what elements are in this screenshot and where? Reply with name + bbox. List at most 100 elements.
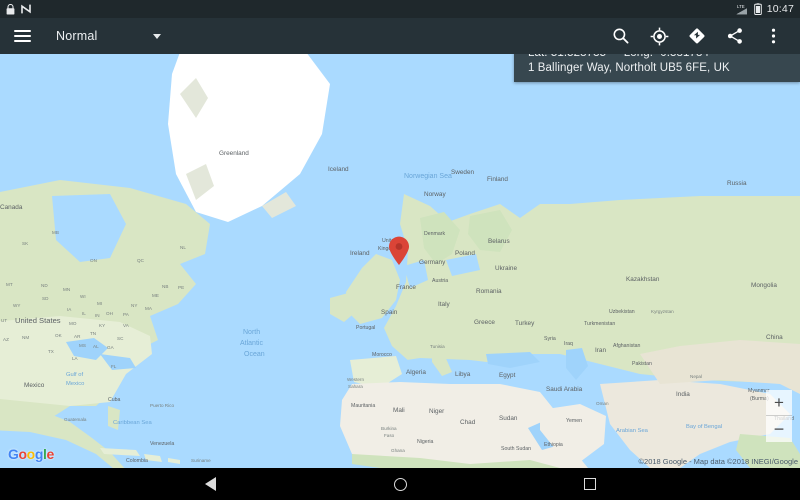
svg-text:Mexico: Mexico <box>24 382 45 389</box>
lte-signal-icon: LTE <box>736 4 747 15</box>
overflow-menu-button[interactable] <box>754 18 792 54</box>
ocean-label: Atlantic <box>240 340 263 347</box>
svg-text:Kazakhstan: Kazakhstan <box>626 276 660 283</box>
svg-text:NY: NY <box>131 303 137 308</box>
svg-text:OK: OK <box>55 333 63 338</box>
svg-text:Mongolia: Mongolia <box>751 282 777 289</box>
svg-text:SC: SC <box>117 336 124 341</box>
svg-text:Ukraine: Ukraine <box>495 265 517 272</box>
search-button[interactable] <box>602 18 640 54</box>
svg-text:Belarus: Belarus <box>488 238 510 245</box>
svg-text:Ethiopia: Ethiopia <box>544 442 563 448</box>
svg-text:MA: MA <box>145 306 153 311</box>
svg-text:United States: United States <box>15 316 61 325</box>
svg-text:Italy: Italy <box>438 301 451 308</box>
svg-text:Portugal: Portugal <box>356 325 375 331</box>
svg-text:Spain: Spain <box>381 309 398 316</box>
svg-text:Iran: Iran <box>595 347 606 354</box>
map-marker[interactable] <box>388 236 410 271</box>
map-type-spinner[interactable]: Normal <box>56 18 162 54</box>
my-location-icon <box>650 27 668 45</box>
share-button[interactable] <box>716 18 754 54</box>
app-toolbar: Normal <box>0 18 800 54</box>
svg-text:Guatemala: Guatemala <box>64 417 87 422</box>
nav-recents-button[interactable] <box>570 468 610 500</box>
svg-text:ON: ON <box>90 258 97 263</box>
ocean-label: Ocean <box>244 351 265 358</box>
ocean-label: Caribbean Sea <box>113 420 152 426</box>
svg-text:Mali: Mali <box>393 407 405 414</box>
hamburger-menu-button[interactable] <box>0 18 44 54</box>
svg-text:Ireland: Ireland <box>350 250 370 257</box>
svg-text:Greece: Greece <box>474 319 495 326</box>
svg-text:MT: MT <box>6 282 13 287</box>
chevron-down-icon <box>153 33 162 39</box>
zoom-in-button[interactable]: + <box>766 390 792 416</box>
my-location-button[interactable] <box>640 18 678 54</box>
svg-text:Sudan: Sudan <box>499 415 518 422</box>
svg-text:India: India <box>676 391 690 398</box>
ocean-label: Mexico <box>66 381 84 387</box>
svg-text:MO: MO <box>69 321 77 326</box>
share-icon <box>727 28 742 44</box>
svg-text:AL: AL <box>93 344 99 349</box>
zoom-out-button[interactable]: − <box>766 416 792 442</box>
nav-home-button[interactable] <box>380 468 420 500</box>
svg-text:WY: WY <box>13 303 20 308</box>
svg-text:Puerto Rico: Puerto Rico <box>150 403 174 408</box>
svg-text:Mauritania: Mauritania <box>351 403 375 409</box>
svg-text:PA: PA <box>123 312 130 317</box>
lte-label: LTE <box>737 4 745 9</box>
zoom-controls: + − <box>766 390 792 442</box>
svg-text:Poland: Poland <box>455 250 475 257</box>
map-canvas[interactable]: Norwegian Sea North Atlantic Ocean Gulf … <box>0 54 800 468</box>
svg-text:Ghana: Ghana <box>391 448 405 453</box>
svg-text:Russia: Russia <box>727 180 747 187</box>
svg-text:Western: Western <box>347 377 364 382</box>
hamburger-menu-icon <box>13 30 31 42</box>
svg-text:Norway: Norway <box>424 191 446 198</box>
svg-text:FL: FL <box>111 364 117 369</box>
svg-text:KY: KY <box>99 323 105 328</box>
battery-icon <box>753 3 762 15</box>
svg-text:Romania: Romania <box>476 288 502 295</box>
back-triangle-icon <box>204 477 216 491</box>
search-icon <box>613 28 629 44</box>
svg-text:AZ: AZ <box>3 337 9 342</box>
svg-text:LA: LA <box>72 356 79 361</box>
svg-text:Sahara: Sahara <box>348 384 363 389</box>
navigation-diamond-icon <box>689 28 705 44</box>
app-root: LTE 10:47 Normal Norwegian Sea North Atl… <box>0 0 800 500</box>
svg-text:Austria: Austria <box>432 278 448 284</box>
ocean-label: Bay of Bengal <box>686 424 722 430</box>
home-circle-icon <box>393 477 407 491</box>
svg-text:Egypt: Egypt <box>499 372 516 379</box>
svg-text:TN: TN <box>90 331 96 336</box>
directions-button[interactable] <box>678 18 716 54</box>
ocean-label: Arabian Sea <box>616 428 649 434</box>
nav-back-button[interactable] <box>190 468 230 500</box>
google-logo: Google <box>8 446 54 462</box>
svg-text:Oman: Oman <box>596 401 609 406</box>
svg-text:Cuba: Cuba <box>108 397 121 403</box>
address-line: 1 Ballinger Way, Northolt UB5 6FE, UK <box>528 62 730 74</box>
svg-text:MI: MI <box>97 301 102 306</box>
ocean-label: Norwegian Sea <box>404 173 452 180</box>
svg-text:Nigeria: Nigeria <box>417 439 434 445</box>
svg-text:NM: NM <box>22 335 29 340</box>
svg-text:MS: MS <box>79 343 86 348</box>
svg-text:Venezuela: Venezuela <box>150 441 174 447</box>
svg-text:Germany: Germany <box>419 259 446 266</box>
svg-text:Libya: Libya <box>455 371 471 378</box>
map-attribution: ©2018 Google - Map data ©2018 INEGI/Goog… <box>638 457 798 466</box>
svg-text:WI: WI <box>80 294 86 299</box>
svg-text:Chad: Chad <box>460 419 476 426</box>
svg-text:SK: SK <box>22 241 29 246</box>
map-type-label: Normal <box>56 29 98 43</box>
svg-text:VA: VA <box>123 323 130 328</box>
svg-text:Colombia: Colombia <box>126 458 148 464</box>
status-bar-clock: 10:47 <box>766 3 794 15</box>
svg-text:Denmark: Denmark <box>424 231 445 237</box>
svg-text:QC: QC <box>137 258 145 263</box>
svg-text:Burkina: Burkina <box>381 426 397 431</box>
